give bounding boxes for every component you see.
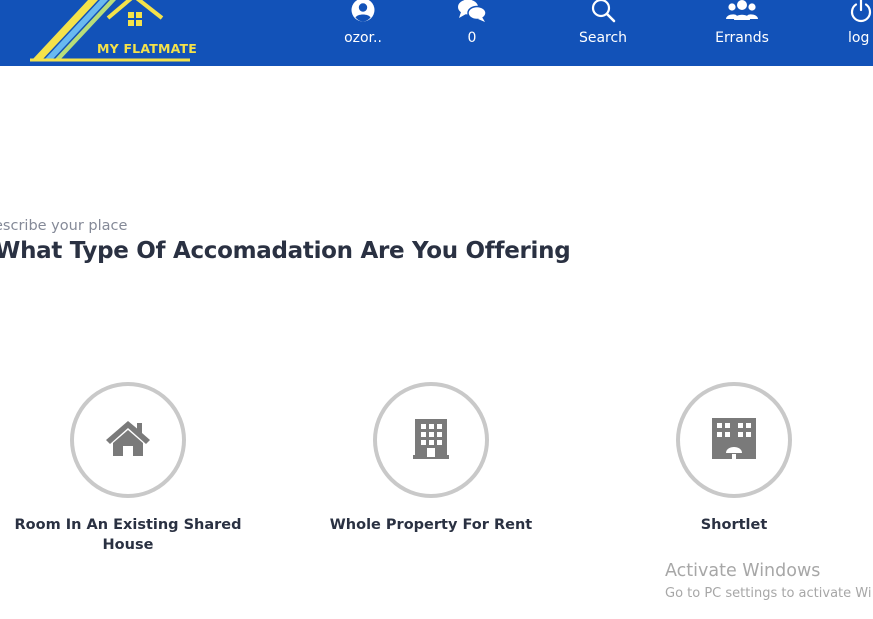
house-icon — [104, 418, 152, 462]
section-subtitle: escribe your place — [0, 218, 128, 234]
nav-profile[interactable]: ozor.. — [336, 0, 390, 66]
building-icon — [413, 417, 449, 463]
search-icon — [590, 0, 616, 24]
option-circle[interactable] — [373, 382, 489, 498]
option-label: Whole Property For Rent — [329, 517, 533, 533]
option-circle[interactable] — [676, 382, 792, 498]
nav-messages-count: 0 — [467, 30, 477, 46]
nav-errands-label: Errands — [715, 30, 769, 46]
option-room-in-shared-house[interactable]: Room In An Existing Shared House — [13, 382, 243, 555]
nav-search[interactable]: Search — [572, 0, 634, 66]
nav-logout[interactable]: log — [848, 0, 873, 66]
option-whole-property[interactable]: Whole Property For Rent — [316, 382, 546, 535]
option-label: Room In An Existing Shared House — [14, 517, 242, 553]
brand-logo[interactable]: MY FLATMATE — [30, 0, 200, 62]
option-circle[interactable] — [70, 382, 186, 498]
brand-name: MY FLATMATE — [97, 41, 197, 56]
nav-messages[interactable]: 0 — [450, 0, 494, 66]
nav-profile-label: ozor.. — [344, 30, 382, 46]
users-group-icon — [725, 0, 759, 24]
page-title: What Type Of Accomadation Are You Offeri… — [0, 238, 571, 264]
option-label: Shortlet — [700, 517, 768, 533]
top-navbar: MY FLATMATE ozor.. 0 Search Errands log — [0, 0, 873, 66]
chat-bubbles-icon — [457, 0, 487, 24]
user-circle-icon — [350, 0, 376, 24]
activate-windows-title: Activate Windows — [665, 561, 821, 581]
nav-errands[interactable]: Errands — [708, 0, 776, 66]
nav-logout-label: log — [848, 30, 870, 46]
page: MY FLATMATE ozor.. 0 Search Errands log … — [0, 0, 873, 619]
power-icon — [848, 0, 873, 24]
nav-search-label: Search — [578, 30, 628, 46]
hotel-icon — [711, 417, 757, 463]
option-shortlet[interactable]: Shortlet — [619, 382, 849, 535]
activate-windows-subtitle: Go to PC settings to activate Wi — [665, 586, 872, 601]
